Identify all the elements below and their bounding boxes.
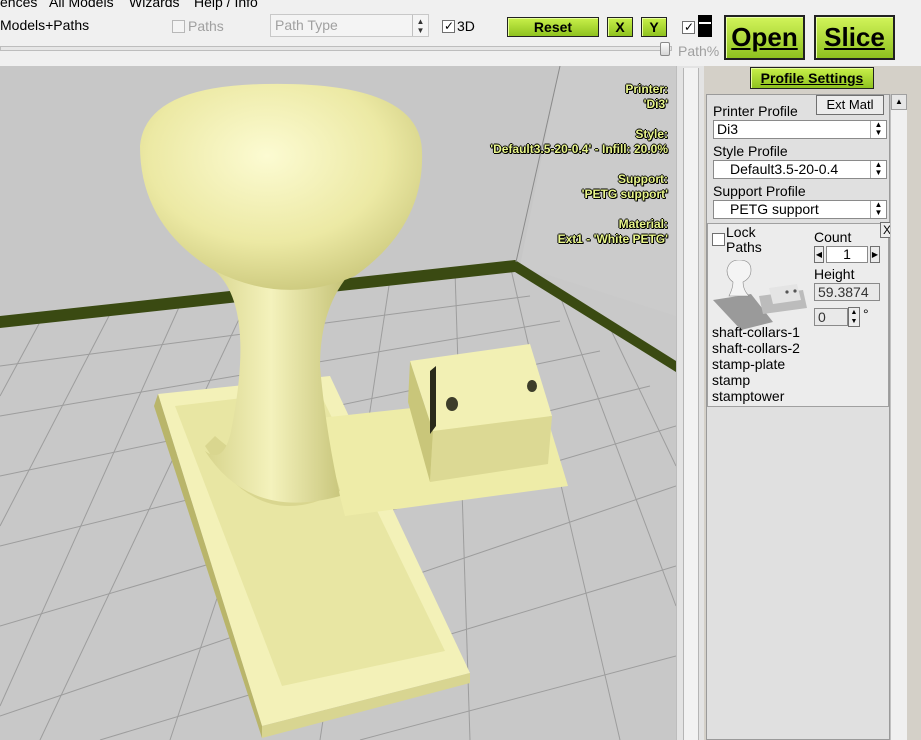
overlay-printer-value: 'Di3' (643, 97, 668, 111)
path-type-placeholder: Path Type (275, 17, 338, 33)
view-mode-label[interactable]: Models+Paths (0, 17, 89, 33)
spinner-arrows-icon: ▲ ▼ (412, 15, 428, 36)
toolbar: Models+Paths Paths Path Type ▲ ▼ ✓ 3D Res… (0, 10, 921, 66)
count-decrement-icon[interactable]: ◀ (814, 246, 824, 263)
open-button[interactable]: Open (724, 15, 805, 60)
overlay-material-label: Material: (618, 217, 668, 231)
path-type-select[interactable]: Path Type ▲ ▼ (270, 14, 429, 37)
paths-label: Paths (188, 18, 224, 34)
model-list-item[interactable]: shaft-collars-1 (712, 324, 800, 340)
profile-settings-button[interactable]: Profile Settings (750, 67, 874, 89)
menu-bar: ences All Models Wizards Help / Info (0, 0, 921, 10)
support-profile-label: Support Profile (713, 183, 806, 199)
style-profile-select[interactable]: Default3.5-20-0.4 ▲ ▼ (713, 160, 887, 179)
path-percent-label: Path% (678, 43, 720, 59)
checkmark-icon: ✓ (444, 19, 455, 33)
model-list-item[interactable]: stamptower (712, 388, 800, 404)
profile-panel: Printer Profile Ext Matl Di3 ▲ ▼ Style Pr… (706, 94, 894, 740)
overlay-printer-label: Printer: (625, 82, 668, 96)
slice-button[interactable]: Slice (814, 15, 895, 60)
model-list-item[interactable]: shaft-collars-2 (712, 340, 800, 356)
support-profile-select[interactable]: PETG support ▲ ▼ (713, 200, 887, 219)
overlay-support-label: Support: (618, 172, 668, 186)
count-field[interactable]: 1 (826, 246, 868, 263)
support-profile-value: PETG support (730, 201, 819, 217)
model-properties-box: Lock Paths Count X ◀ 1 ▶ Height 59.3874 … (707, 222, 894, 407)
height-label: Height (814, 266, 855, 282)
x-view-button[interactable]: X (607, 17, 633, 37)
3d-label: 3D (457, 18, 475, 34)
layout-toggle-icon[interactable] (698, 15, 712, 37)
layout-checkbox[interactable]: ✓ (682, 20, 695, 34)
rotation-field[interactable]: 0 (814, 308, 848, 326)
path-percent-slider-thumb[interactable] (660, 42, 670, 56)
scroll-up-arrow-icon[interactable]: ▲ (891, 94, 907, 110)
style-profile-value: Default3.5-20-0.4 (730, 161, 839, 177)
right-panel: Profile Settings Printer Profile Ext Mat… (704, 66, 921, 740)
menu-item-help[interactable]: Help / Info (194, 0, 258, 10)
model-thumbnail (713, 260, 807, 330)
reset-button[interactable]: Reset (507, 17, 599, 37)
menu-item-wizards[interactable]: Wizards (129, 0, 180, 10)
style-profile-label: Style Profile (713, 143, 788, 159)
count-label: Count (814, 229, 852, 245)
paths-checkbox[interactable] (172, 20, 185, 33)
checkmark-icon: ✓ (684, 20, 695, 34)
model-list: shaft-collars-1 shaft-collars-2 stamp-pl… (712, 324, 800, 404)
spinner-arrows-icon: ▲ ▼ (870, 201, 886, 218)
lock-paths-label-1: Lock (726, 224, 756, 240)
panel-splitter[interactable] (676, 66, 704, 740)
lock-paths-checkbox[interactable] (712, 233, 725, 246)
overlay-material-value: Ext1 - 'White PETG' (557, 232, 668, 246)
panel-scrollbar[interactable]: ▲ (890, 94, 907, 740)
overlay-support-value: 'PETG support' (581, 187, 668, 201)
menu-item-preferences[interactable]: ences (0, 0, 37, 10)
model-list-item[interactable]: stamp-plate (712, 356, 800, 372)
y-view-button[interactable]: Y (641, 17, 667, 37)
overlay-style-value: 'Default3.5-20-0.4' - Infill: 20.0% (490, 142, 668, 156)
path-percent-slider-track[interactable] (0, 46, 672, 51)
lock-paths-label-2: Paths (726, 239, 762, 255)
model-list-item[interactable]: stamp (712, 372, 800, 388)
menu-item-all-models[interactable]: All Models (49, 0, 114, 10)
spinner-arrows-icon: ▲ ▼ (870, 161, 886, 178)
count-increment-icon[interactable]: ▶ (870, 246, 880, 263)
3d-viewport[interactable]: Printer: 'Di3' Style: 'Default3.5-20-0.4… (0, 66, 676, 740)
printer-profile-label: Printer Profile (713, 103, 798, 119)
height-field[interactable]: 59.3874 (814, 283, 880, 301)
spinner-arrows-icon: ▲ ▼ (870, 121, 886, 138)
printer-profile-select[interactable]: Di3 ▲ ▼ (713, 120, 887, 139)
splitter-scrollbar[interactable] (683, 68, 699, 740)
3d-checkbox[interactable]: ✓ (442, 19, 455, 33)
degree-symbol: ° (863, 306, 869, 322)
overlay-style-label: Style: (635, 127, 668, 141)
printer-profile-value: Di3 (717, 121, 739, 137)
print-info-overlay: Printer: 'Di3' Style: 'Default3.5-20-0.4… (490, 82, 668, 247)
ext-matl-button[interactable]: Ext Matl (816, 95, 884, 115)
rotation-spinner-icon[interactable]: ▲ ▼ (848, 307, 860, 327)
